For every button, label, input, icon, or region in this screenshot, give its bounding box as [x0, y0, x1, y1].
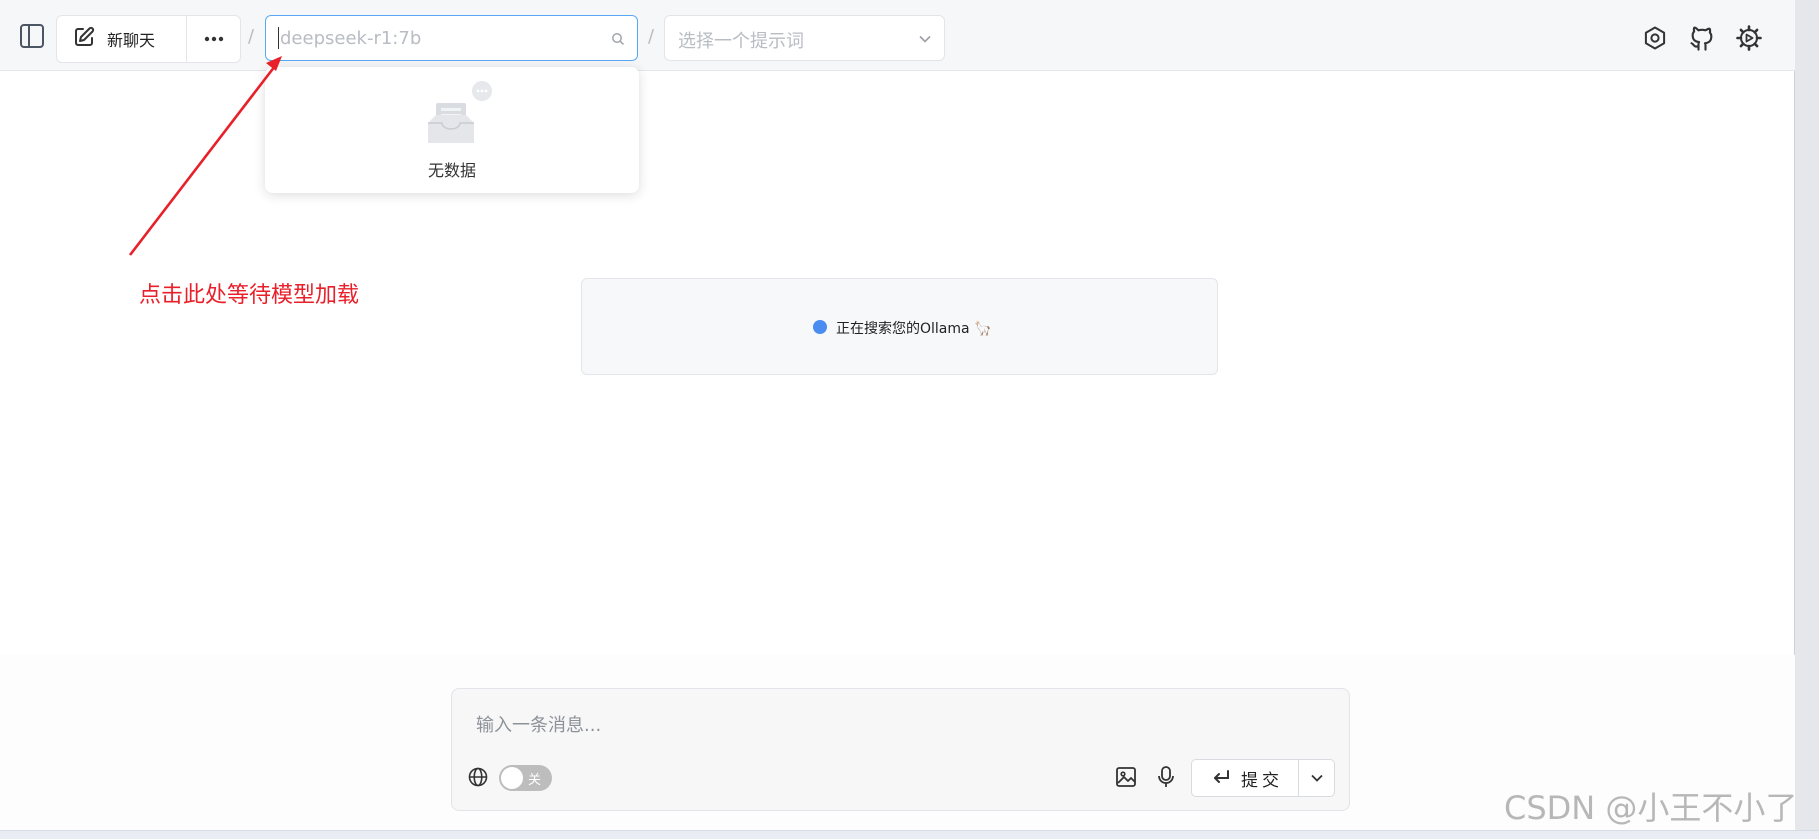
edit-icon	[73, 26, 95, 52]
gear-icon[interactable]	[1735, 24, 1763, 52]
status-indicator-dot	[813, 320, 827, 334]
breadcrumb-separator: /	[648, 26, 655, 47]
prompt-select[interactable]: 选择一个提示词	[664, 15, 945, 61]
image-upload-icon[interactable]	[1115, 766, 1137, 792]
model-search-field[interactable]	[265, 15, 638, 61]
message-composer: 关 提交	[451, 688, 1350, 811]
chevron-down-icon	[1310, 774, 1323, 782]
submit-options-button[interactable]	[1299, 760, 1334, 796]
status-text: 正在搜索您的Ollama 🦙	[836, 321, 992, 337]
submit-button[interactable]: 提交	[1192, 760, 1299, 796]
github-icon[interactable]	[1688, 24, 1716, 52]
toggle-label: 关	[528, 773, 542, 788]
chevron-down-icon	[918, 31, 932, 50]
enter-icon	[1214, 770, 1229, 783]
message-input[interactable]	[474, 709, 1318, 743]
toggle-knob	[501, 767, 523, 789]
globe-icon[interactable]	[467, 766, 489, 792]
microphone-icon[interactable]	[1155, 765, 1177, 793]
model-search-input[interactable]	[278, 16, 602, 61]
submit-button-group: 提交	[1191, 759, 1335, 797]
prompt-select-placeholder: 选择一个提示词	[678, 31, 804, 52]
annotation-text: 点击此处等待模型加载	[139, 283, 360, 308]
new-chat-label: 新聊天	[107, 31, 156, 50]
ellipsis-icon	[204, 36, 223, 42]
window-frame-bottom	[0, 830, 1819, 839]
text-caret	[278, 27, 279, 49]
new-chat-button[interactable]: 新聊天	[57, 16, 187, 62]
submit-label: 提交	[1241, 770, 1283, 791]
breadcrumb-separator: /	[248, 26, 255, 47]
top-bar: 新聊天 / / 选择一个提示词	[0, 0, 1795, 71]
window-frame-right	[1794, 0, 1819, 839]
chat-button-group: 新聊天	[56, 15, 241, 63]
status-card: 正在搜索您的Ollama 🦙	[581, 278, 1218, 375]
more-options-button[interactable]	[187, 16, 240, 62]
empty-inbox-icon	[420, 77, 504, 153]
model-dropdown: 无数据	[265, 67, 639, 193]
settings-icon[interactable]	[1641, 24, 1669, 52]
search-icon	[611, 31, 625, 50]
empty-state-text: 无数据	[427, 161, 476, 180]
sidebar-toggle-icon[interactable]	[18, 22, 46, 50]
watermark: CSDN @小王不小了	[1504, 789, 1798, 827]
web-search-toggle[interactable]: 关	[499, 765, 552, 791]
